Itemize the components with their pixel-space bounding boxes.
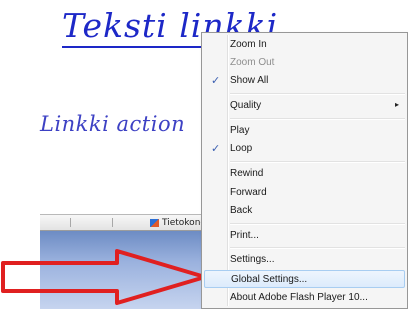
menu-separator [230,247,405,249]
menu-item-label: Zoom Out [230,57,275,68]
checkmark-icon: ✓ [211,143,221,155]
menu-separator [230,223,405,225]
menu-separator [230,161,405,163]
taskbar-separator [112,218,113,227]
menu-item-label: Back [230,205,253,216]
checkmark-icon: ✓ [211,75,221,87]
menu-item-label: Loop [230,143,253,154]
chevron-right-icon: ▸ [394,100,399,109]
menu-item-play[interactable]: Play [204,122,405,140]
menu-item-forward[interactable]: Forward [204,184,405,202]
menu-separator [230,93,405,95]
menu-item-label: Quality [230,100,262,111]
menu-item-back[interactable]: Back [204,202,405,220]
menu-item-label: Settings... [230,254,275,265]
menu-separator [230,118,405,120]
menu-item-label: Print... [230,230,259,241]
context-menu: Zoom In Zoom Out ✓ Show All Quality ▸ Pl… [201,32,408,309]
menu-item-settings[interactable]: Settings... [204,251,405,269]
flash-action-text[interactable]: Linkki action [40,112,185,136]
arrow-shape [1,249,207,305]
red-arrow-annotation [1,249,207,305]
menu-item-zoom-out: Zoom Out [204,54,405,72]
taskbar-item-computer[interactable]: Tietokone [150,216,206,229]
menu-item-label: Forward [230,187,267,198]
menu-item-global-settings[interactable]: Global Settings... [204,270,405,288]
menu-item-about-flash-player[interactable]: About Adobe Flash Player 10... [204,289,405,307]
menu-item-quality[interactable]: Quality ▸ [204,97,405,115]
taskbar: Tietokone [40,214,208,231]
menu-item-print[interactable]: Print... [204,227,405,245]
taskbar-item-label: Tietokone [162,217,206,228]
taskbar-separator [70,218,71,227]
menu-item-rewind[interactable]: Rewind [204,165,405,183]
menu-item-label: About Adobe Flash Player 10... [230,292,368,303]
menu-item-zoom-in[interactable]: Zoom In [204,36,405,54]
menu-item-label: Play [230,125,250,136]
menu-item-label: Show All [230,75,269,86]
menu-item-show-all[interactable]: ✓ Show All [204,72,405,90]
flash-link-underline [62,46,212,48]
menu-item-label: Global Settings... [231,274,308,285]
menu-item-loop[interactable]: ✓ Loop [204,140,405,158]
computer-icon [150,218,159,227]
menu-item-label: Zoom In [230,39,267,50]
menu-item-label: Rewind [230,168,264,179]
